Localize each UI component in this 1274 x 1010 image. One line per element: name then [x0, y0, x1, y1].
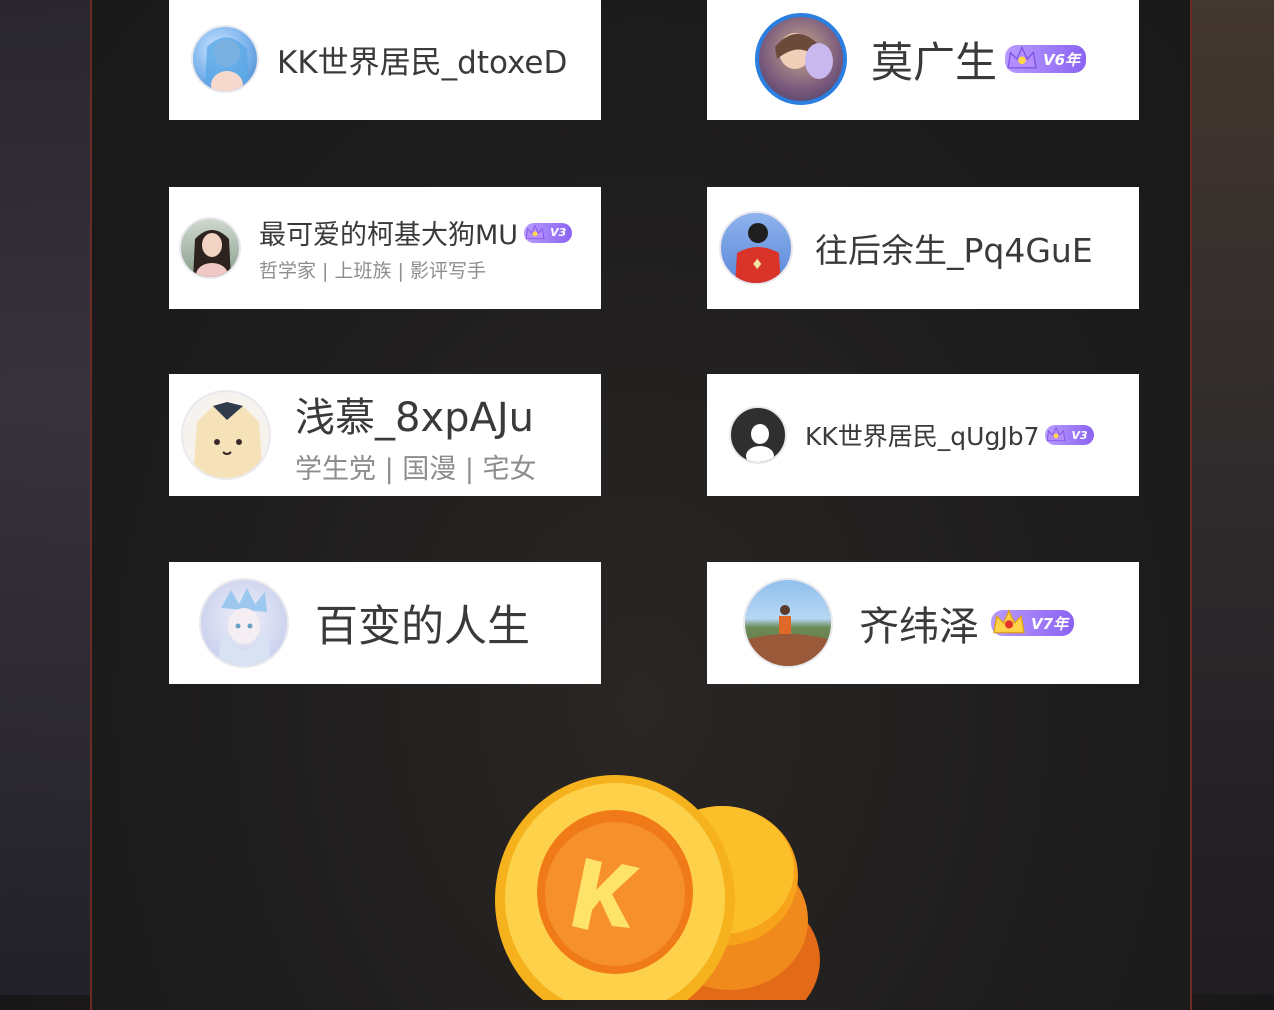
user-name[interactable]: 百变的人生: [315, 592, 530, 654]
user-card[interactable]: KK世界居民_dtoxeD: [169, 0, 601, 120]
vip-level: V6年: [1043, 50, 1081, 69]
vip-badge: V7年: [991, 609, 1075, 636]
user-card[interactable]: 百变的人生: [169, 562, 601, 684]
vip-level: V3: [550, 226, 567, 239]
user-name[interactable]: 齐纬泽: [859, 594, 979, 652]
vip-badge: V3: [1045, 425, 1094, 445]
user-tags: 哲学家 | 上班族 | 影评写手: [259, 260, 486, 282]
user-name[interactable]: 莫广生: [871, 29, 997, 90]
kk-coin-icon: [490, 760, 820, 1010]
background-right: [1192, 0, 1274, 995]
user-name[interactable]: KK世界居民_dtoxeD: [277, 37, 567, 82]
vip-level: V3: [1071, 428, 1088, 442]
avatar[interactable]: [181, 390, 271, 480]
avatar[interactable]: [729, 406, 787, 464]
avatar[interactable]: [199, 578, 289, 668]
crown-icon: [525, 224, 545, 239]
user-name[interactable]: 最可爱的柯基大狗MU: [259, 213, 518, 252]
vip-badge: V6年: [1005, 45, 1087, 73]
user-name[interactable]: 往后余生_Pq4GuE: [815, 224, 1093, 272]
avatar[interactable]: ♦: [719, 211, 793, 285]
crown-icon: [993, 609, 1025, 634]
vip-level: V7年: [1031, 614, 1069, 633]
background-left: [0, 0, 92, 995]
user-card[interactable]: 齐纬泽 V7年: [707, 562, 1139, 684]
crown-icon: [1007, 45, 1037, 69]
user-card[interactable]: ♦ 往后余生_Pq4GuE: [707, 187, 1139, 309]
user-card[interactable]: 莫广生 V6年: [707, 0, 1139, 120]
svg-text:♦: ♦: [751, 257, 764, 273]
avatar[interactable]: [743, 578, 833, 668]
user-card[interactable]: 浅慕_8xpAJu 学生党 | 国漫 | 宅女: [169, 374, 601, 496]
user-name[interactable]: 浅慕_8xpAJu: [295, 385, 534, 443]
vip-badge: V3: [524, 222, 573, 243]
avatar[interactable]: [755, 13, 847, 105]
avatar[interactable]: [191, 25, 259, 93]
user-card[interactable]: KK世界居民_qUgJb7 V3: [707, 374, 1139, 496]
user-card[interactable]: 最可爱的柯基大狗MU V3 哲学家 | 上班族 | 影评写手: [169, 187, 601, 309]
crown-icon: [1047, 426, 1066, 442]
user-name[interactable]: KK世界居民_qUgJb7: [805, 417, 1039, 453]
avatar[interactable]: [179, 217, 241, 279]
user-tags: 学生党 | 国漫 | 宅女: [295, 453, 537, 485]
